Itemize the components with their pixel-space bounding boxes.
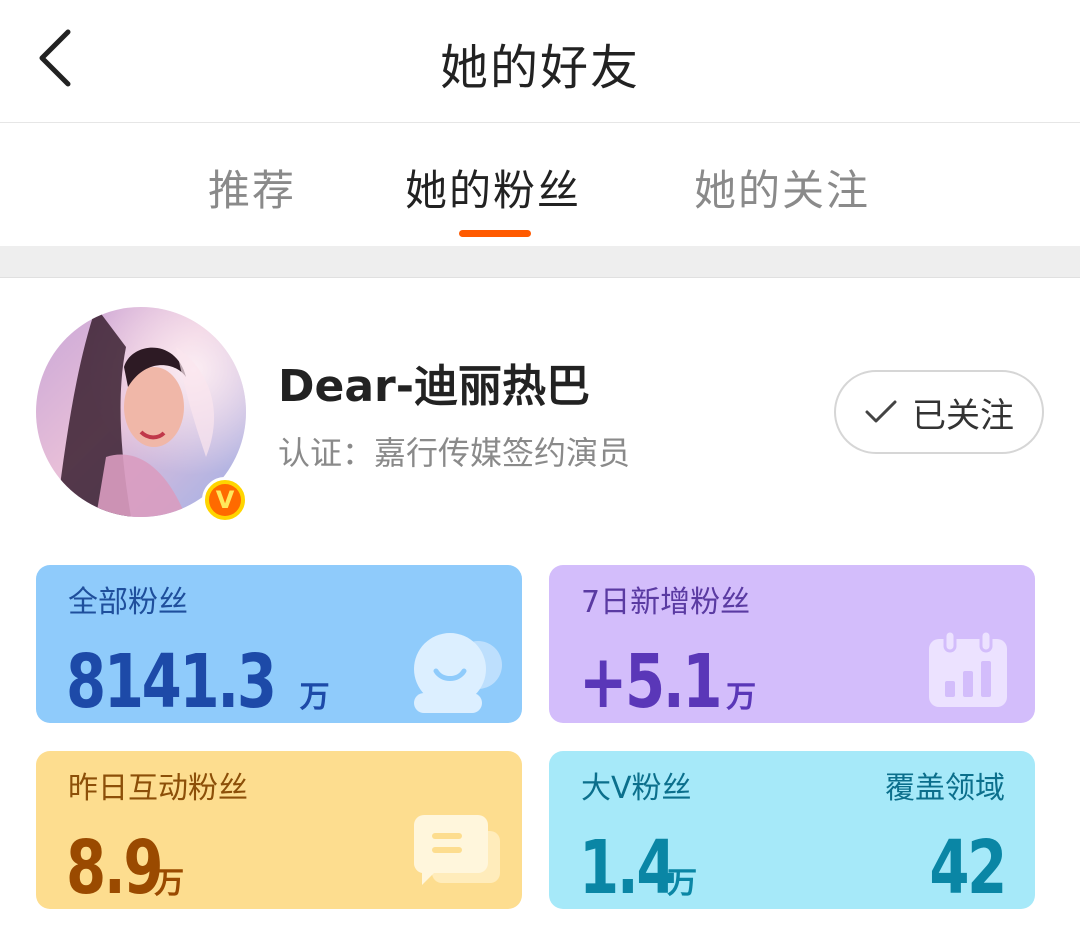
tab-her-following[interactable]: 她的关注 bbox=[694, 157, 870, 218]
stat-label: 大V粉丝 bbox=[581, 771, 692, 806]
stat-value: 8.9万 bbox=[66, 825, 184, 909]
v-icon: V bbox=[209, 484, 241, 516]
stat-card-big-v-fans[interactable]: 大V粉丝 覆盖领域 1.4万 42 bbox=[549, 751, 1035, 909]
tab-recommend[interactable]: 推荐 bbox=[208, 157, 296, 218]
stat-number: 8.9 bbox=[66, 825, 164, 909]
stat-value: 1.4万 bbox=[579, 825, 697, 909]
stat-value: 8141.3 万 bbox=[66, 639, 330, 723]
fans-face-icon bbox=[414, 633, 502, 713]
page-title: 她的好友 bbox=[439, 40, 640, 96]
stat-unit: 万 bbox=[726, 680, 757, 715]
coverage-label: 覆盖领域 bbox=[885, 771, 1005, 806]
chat-bubble-icon bbox=[413, 815, 500, 885]
profile-section: V Dear-迪丽热巴 认证：嘉行传媒签约演员 已关注 全部粉丝 8141.3 万… bbox=[0, 278, 1080, 936]
stat-label: 全部粉丝 bbox=[68, 585, 188, 620]
verification-text: 认证：嘉行传媒签约演员 bbox=[278, 434, 631, 472]
stat-value: +5.1 万 bbox=[579, 639, 756, 723]
following-label: 已关注 bbox=[912, 395, 1014, 436]
check-icon bbox=[865, 400, 897, 423]
stat-number: +5.1 bbox=[579, 639, 723, 723]
following-button[interactable]: 已关注 bbox=[834, 370, 1044, 454]
stat-label: 7日新增粉丝 bbox=[581, 585, 751, 620]
verified-v-badge: V bbox=[202, 477, 248, 523]
user-name[interactable]: Dear-迪丽热巴 bbox=[278, 350, 590, 414]
active-tab-indicator bbox=[459, 230, 531, 237]
tab-bar: 推荐 她的粉丝 她的关注 bbox=[0, 123, 1080, 246]
stat-number: 1.4 bbox=[579, 825, 677, 909]
coverage-value: 42 bbox=[908, 825, 1007, 909]
stat-unit: 万 bbox=[299, 680, 330, 715]
tab-her-fans[interactable]: 她的粉丝 bbox=[405, 157, 581, 218]
avatar-container[interactable]: V bbox=[36, 307, 248, 523]
stat-card-active-fans[interactable]: 昨日互动粉丝 8.9万 bbox=[36, 751, 522, 909]
section-divider bbox=[0, 246, 1080, 278]
stat-card-new-fans[interactable]: 7日新增粉丝 +5.1 万 bbox=[549, 565, 1035, 723]
top-bar: 她的好友 bbox=[0, 0, 1080, 123]
calendar-chart-icon bbox=[929, 629, 1007, 707]
coverage-number: 42 bbox=[929, 825, 1007, 909]
stat-card-all-fans[interactable]: 全部粉丝 8141.3 万 bbox=[36, 565, 522, 723]
stat-label: 昨日互动粉丝 bbox=[68, 771, 248, 806]
stat-number: 8141.3 bbox=[66, 639, 277, 723]
